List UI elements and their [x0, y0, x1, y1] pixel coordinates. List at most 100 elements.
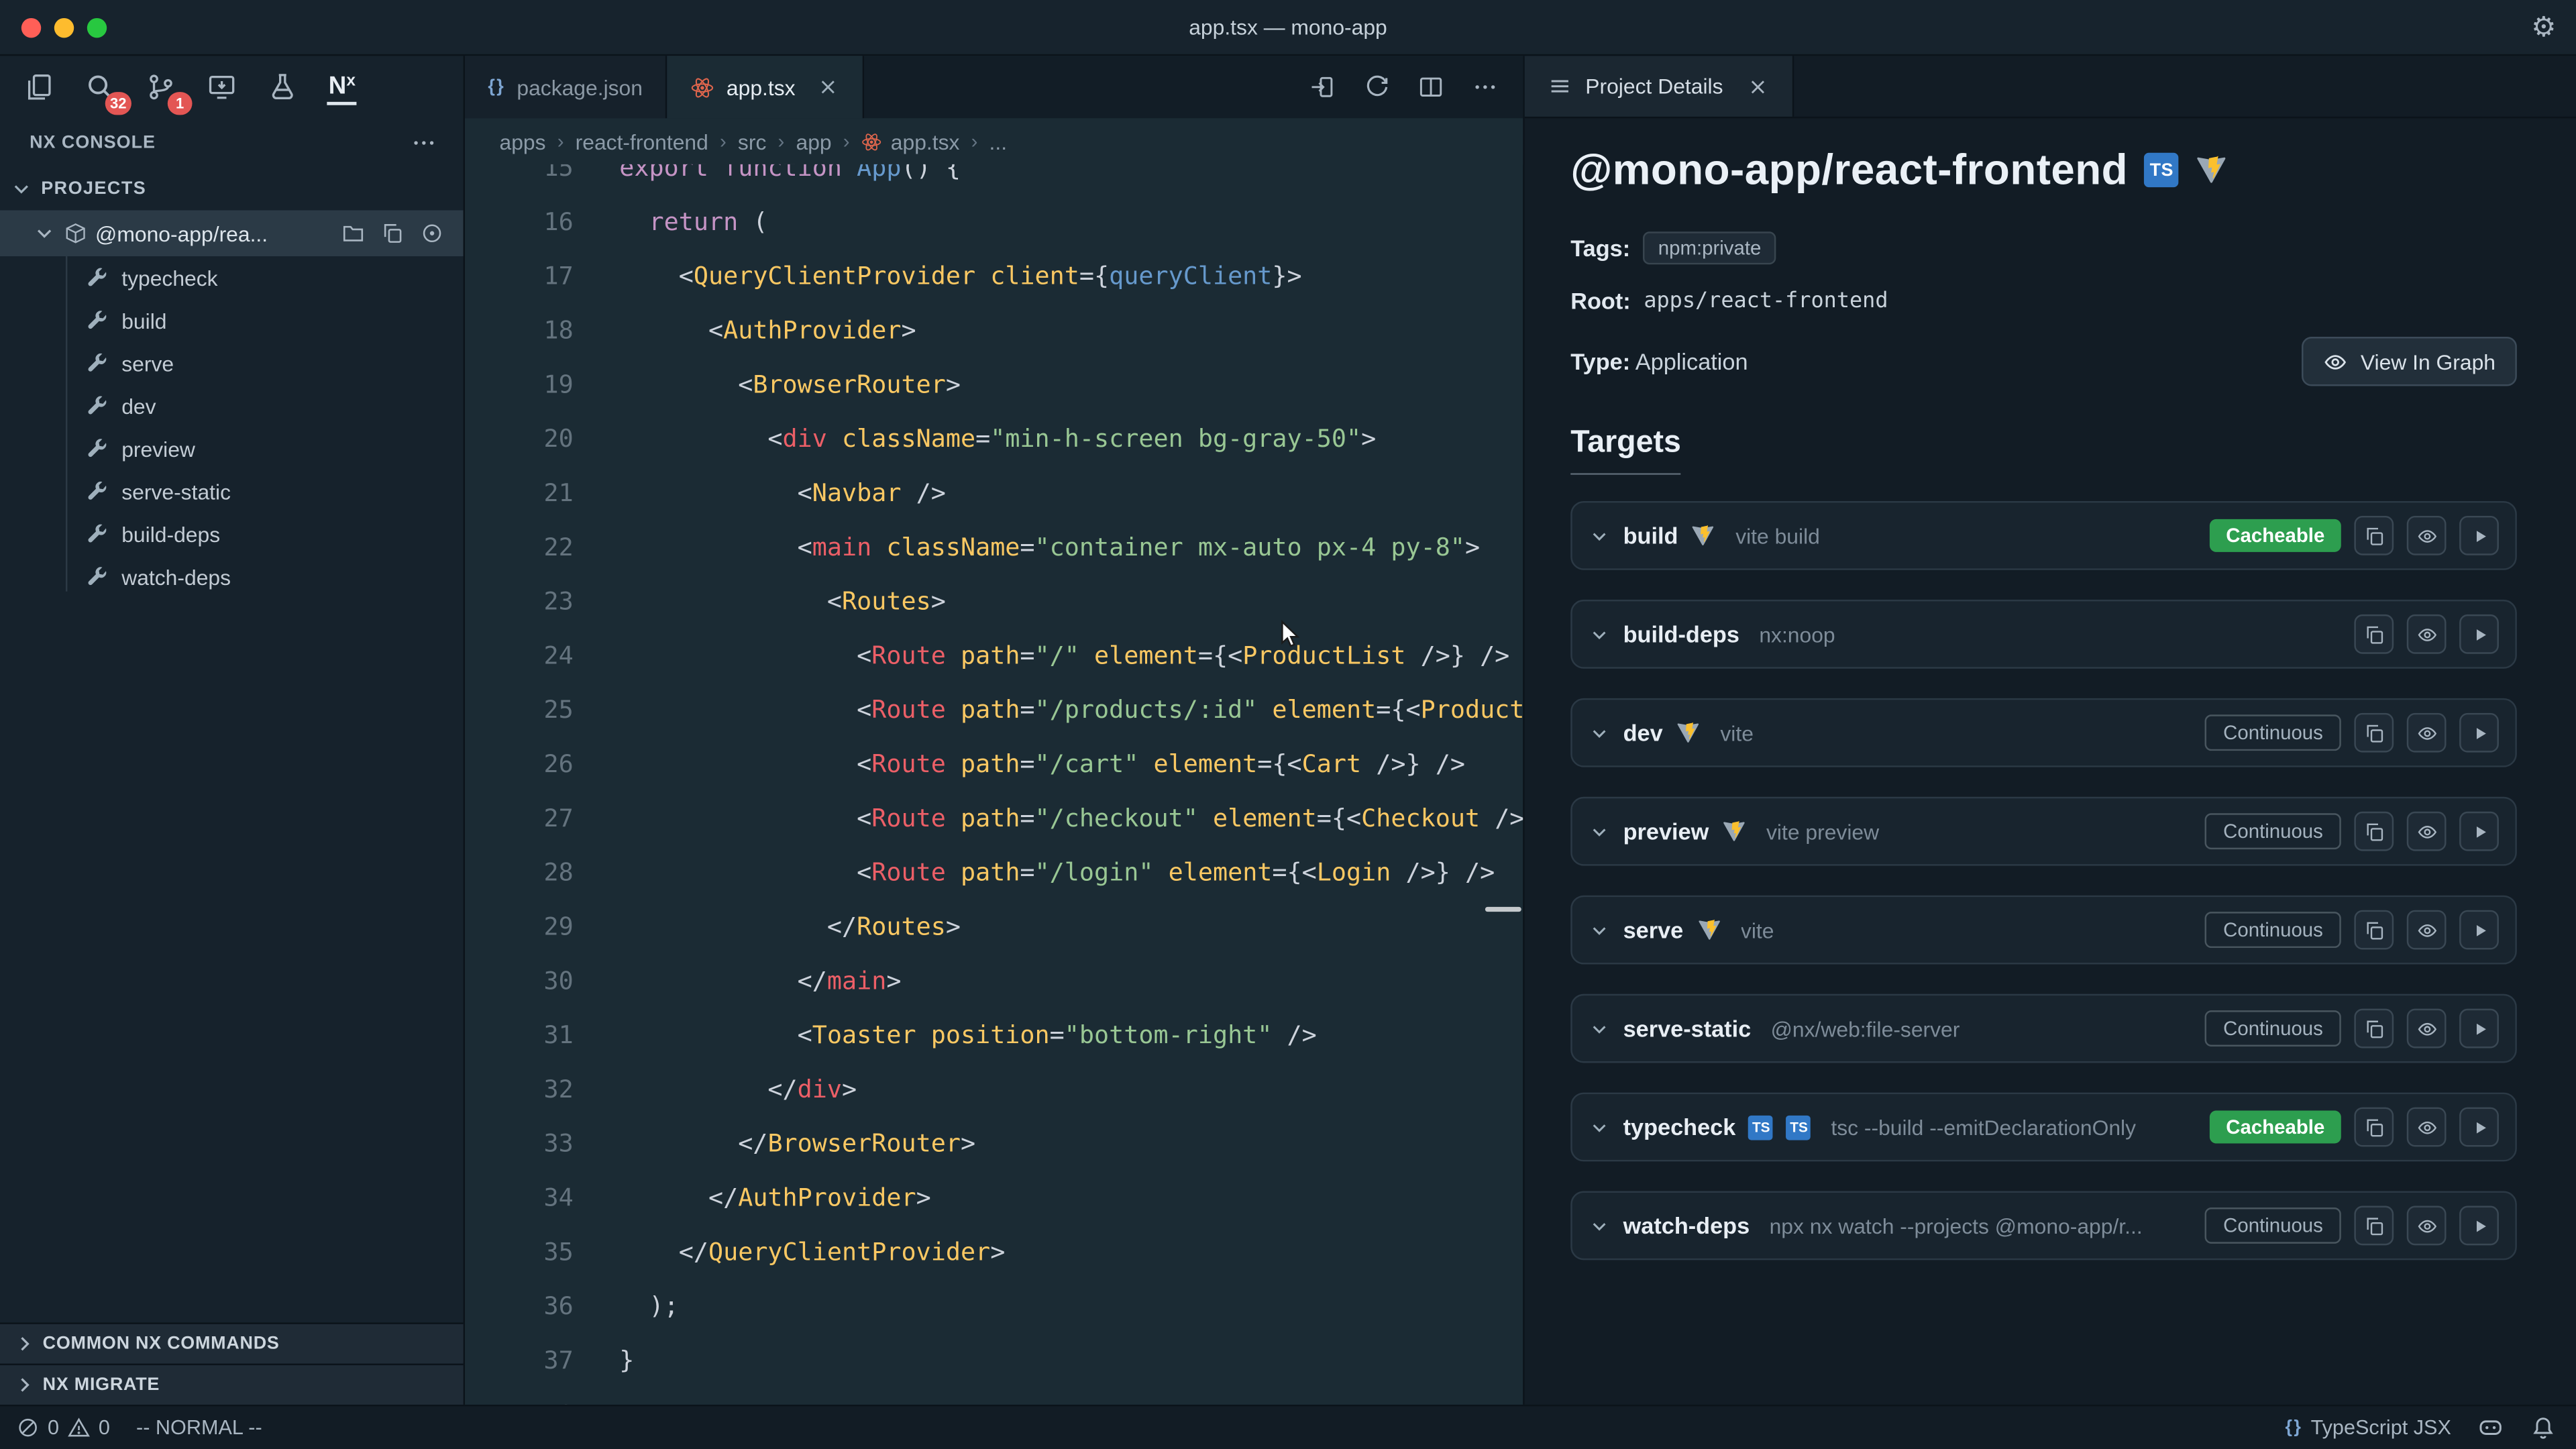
badge-continuous: Continuous	[2205, 912, 2341, 948]
view-target-button[interactable]	[2407, 1009, 2447, 1049]
sidebar: 321Nx NX CONSOLE PROJECTS @mono-app/rea.…	[0, 56, 465, 1405]
refresh-icon[interactable]	[1364, 74, 1390, 100]
notifications-bell-icon[interactable]	[2530, 1415, 2556, 1441]
view-target-button[interactable]	[2407, 713, 2447, 753]
copy-target-button[interactable]	[2354, 910, 2394, 950]
wrench-icon	[85, 523, 108, 545]
tree-item-watch-deps[interactable]: watch-deps	[0, 555, 464, 598]
problems-indicator[interactable]: 0 0	[16, 1416, 109, 1439]
focus-target-icon[interactable]	[421, 222, 443, 245]
copy-target-button[interactable]	[2354, 1009, 2394, 1049]
scrollbar-thumb[interactable]	[1485, 907, 1521, 912]
close-icon[interactable]	[1746, 74, 1769, 97]
code-editor[interactable]: 1516171819202122232425262728293031323334…	[465, 164, 1523, 1405]
activity-search[interactable]: 32	[84, 67, 117, 107]
zoom-window-button[interactable]	[87, 17, 107, 37]
view-target-button[interactable]	[2407, 1206, 2447, 1246]
copilot-icon[interactable]	[2477, 1415, 2504, 1441]
copy-target-button[interactable]	[2354, 1108, 2394, 1147]
run-target-button[interactable]	[2459, 812, 2499, 851]
run-target-button[interactable]	[2459, 713, 2499, 753]
warnings-icon	[67, 1416, 90, 1439]
testing-icon	[268, 72, 297, 102]
open-side-icon[interactable]	[1309, 74, 1336, 100]
breadcrumb-item[interactable]: react-frontend	[576, 129, 708, 154]
chevron-down-icon[interactable]	[1589, 722, 1610, 743]
run-target-button[interactable]	[2459, 910, 2499, 950]
settings-gear-icon[interactable]: ⚙	[2531, 13, 2556, 42]
run-target-button[interactable]	[2459, 1108, 2499, 1147]
projects-section-header[interactable]: PROJECTS	[0, 168, 464, 211]
tab-app.tsx[interactable]: app.tsx	[667, 56, 865, 118]
chevron-down-icon[interactable]	[1589, 820, 1610, 842]
copy-target-button[interactable]	[2354, 713, 2394, 753]
chevron-down-icon[interactable]	[1589, 919, 1610, 941]
close-window-button[interactable]	[21, 17, 41, 37]
chevron-down-icon[interactable]	[1589, 525, 1610, 546]
view-target-button[interactable]	[2407, 812, 2447, 851]
vim-mode-indicator[interactable]: -- NORMAL --	[136, 1416, 262, 1439]
breadcrumb-item[interactable]: app.tsx	[861, 129, 960, 154]
view-target-button[interactable]	[2407, 614, 2447, 654]
section-nx-migrate[interactable]: NX MIGRATE	[0, 1364, 464, 1405]
code-line: <Route path="/products/:id" element={<Pr…	[619, 684, 1523, 738]
section-common-nx-commands[interactable]: COMMON NX COMMANDS	[0, 1322, 464, 1363]
wrench-icon	[85, 352, 108, 374]
copy-icon	[2363, 722, 2385, 743]
code-line: }	[619, 1334, 1523, 1389]
activity-nx-console[interactable]: Nx	[327, 69, 357, 105]
tab-project-details[interactable]: Project Details	[1525, 56, 1794, 117]
tree-item-serve-static[interactable]: serve-static	[0, 470, 464, 513]
tree-item-typecheck[interactable]: typecheck	[0, 256, 464, 299]
run-target-button[interactable]	[2459, 516, 2499, 555]
copy-target-button[interactable]	[2354, 614, 2394, 654]
view-target-button[interactable]	[2407, 910, 2447, 950]
tree-item-label: preview	[121, 436, 195, 461]
run-target-button[interactable]	[2459, 1009, 2499, 1049]
root-value: apps/react-frontend	[1644, 288, 1888, 313]
run-target-button[interactable]	[2459, 1206, 2499, 1246]
activity-remote-window[interactable]	[205, 67, 238, 107]
folder-icon[interactable]	[341, 222, 364, 245]
braces-icon: {}	[488, 77, 505, 97]
more-actions-icon[interactable]	[2550, 73, 2576, 99]
copy-target-button[interactable]	[2354, 812, 2394, 851]
copy-target-button[interactable]	[2354, 1206, 2394, 1246]
view-in-graph-button[interactable]: View In Graph	[2302, 337, 2517, 386]
activity-explorer[interactable]	[23, 67, 56, 107]
tree-item-preview[interactable]: preview	[0, 427, 464, 470]
language-mode-selector[interactable]: {} TypeScript JSX	[2285, 1416, 2451, 1439]
ellipsis-icon[interactable]	[1472, 74, 1498, 100]
tree-item-build[interactable]: build	[0, 299, 464, 342]
play-icon	[2469, 820, 2490, 842]
run-target-button[interactable]	[2459, 614, 2499, 654]
copy-target-button[interactable]	[2354, 516, 2394, 555]
close-icon[interactable]	[816, 76, 839, 99]
code-line: export function App() {	[619, 164, 1523, 196]
view-target-button[interactable]	[2407, 1108, 2447, 1147]
copy-icon[interactable]	[381, 222, 404, 245]
chevron-down-icon[interactable]	[1589, 1018, 1610, 1039]
chevron-down-icon[interactable]	[1589, 1215, 1610, 1236]
activity-source-control[interactable]: 1	[145, 67, 178, 107]
breadcrumb-item[interactable]: apps	[499, 129, 545, 154]
copy-icon	[2363, 1215, 2385, 1236]
tree-item-project[interactable]: @mono-app/rea...	[0, 210, 464, 256]
vscode-window: app.tsx — mono-app ⚙ 321Nx NX CONSOLE PR…	[0, 0, 2576, 1449]
tab-package.json[interactable]: {}package.json	[465, 56, 667, 118]
more-actions-icon[interactable]	[411, 129, 437, 156]
tree-item-label: serve	[121, 351, 174, 376]
activity-testing[interactable]	[266, 67, 299, 107]
split-editor-icon[interactable]	[1417, 74, 1444, 100]
package-icon	[64, 222, 87, 245]
breadcrumb-item[interactable]: ...	[989, 129, 1008, 154]
tree-item-serve[interactable]: serve	[0, 341, 464, 384]
minimize-window-button[interactable]	[54, 17, 74, 37]
chevron-down-icon[interactable]	[1589, 1116, 1610, 1138]
tree-item-dev[interactable]: dev	[0, 384, 464, 427]
tree-item-build-deps[interactable]: build-deps	[0, 513, 464, 555]
breadcrumb-item[interactable]: app	[796, 129, 831, 154]
breadcrumb-item[interactable]: src	[738, 129, 766, 154]
view-target-button[interactable]	[2407, 516, 2447, 555]
chevron-down-icon[interactable]	[1589, 623, 1610, 645]
